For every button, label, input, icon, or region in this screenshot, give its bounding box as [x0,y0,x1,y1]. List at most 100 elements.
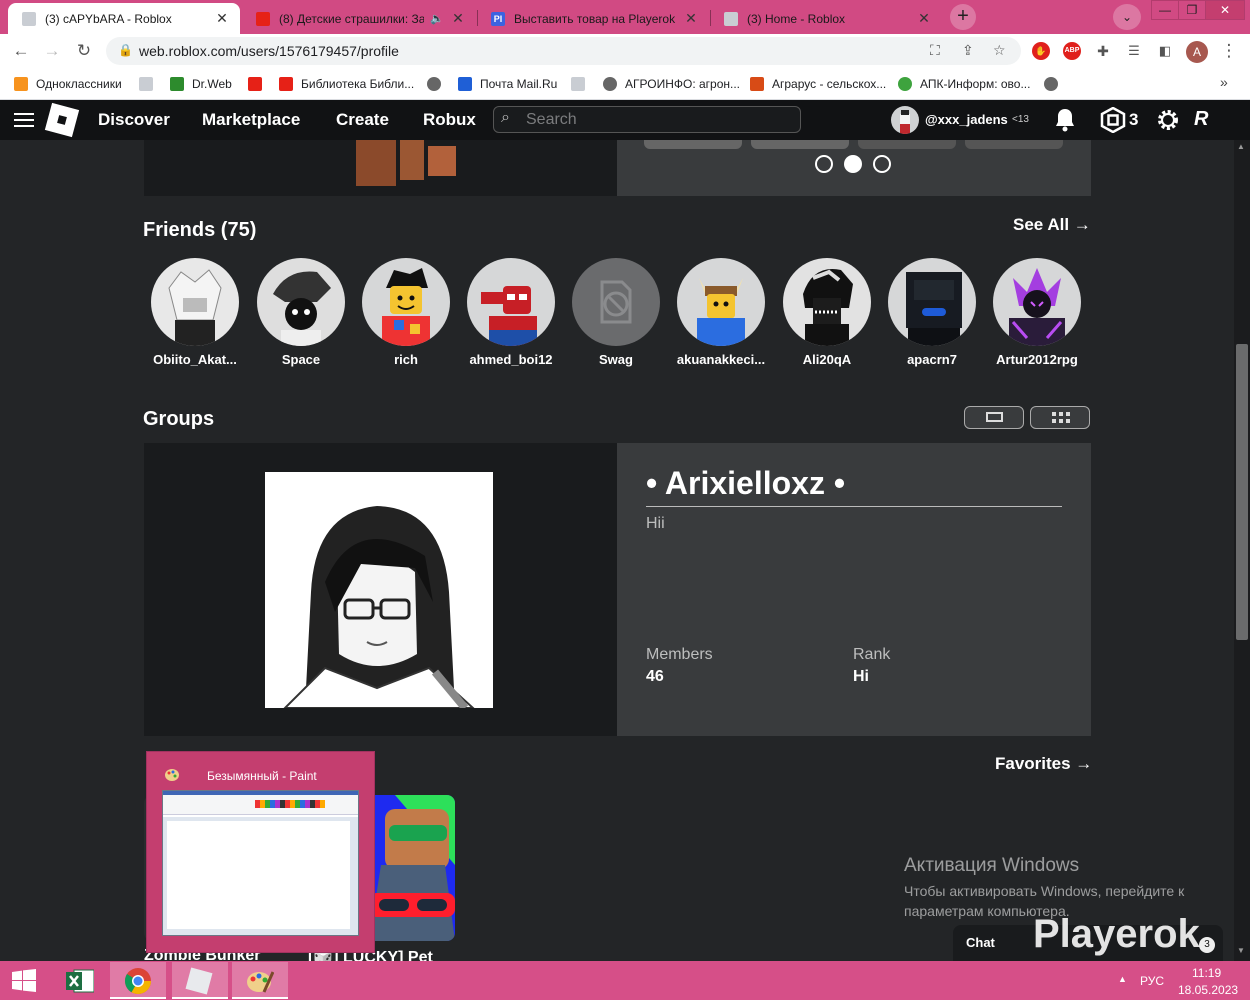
tab-playerok[interactable]: Pl Выставить товар на Playerok ✕ [477,3,709,34]
item-thumbnail[interactable] [356,140,460,186]
friend-name[interactable]: Obiito_Akat... [147,352,243,367]
gear-icon[interactable] [1155,107,1181,133]
friend-avatar[interactable] [362,258,450,346]
taskbar-paint[interactable] [232,962,288,999]
carousel-dot[interactable] [815,155,833,173]
new-tab-button[interactable]: + [950,4,976,30]
friend-name[interactable]: Swag [568,352,664,367]
group-name[interactable]: • Arixielloxz • [646,465,845,502]
taskbar-chrome[interactable] [110,962,166,999]
bookmark-mailru[interactable]: Почта Mail.Ru [458,75,557,93]
bookmark-star-icon[interactable]: ☆ [993,42,1006,59]
back-arrow-icon[interactable]: ← [9,39,33,63]
carousel-card[interactable] [644,140,742,149]
reload-icon[interactable]: ↻ [72,39,96,63]
friend-name[interactable]: Space [253,352,349,367]
adblock-hand-icon[interactable]: ✋ [1032,42,1050,60]
close-icon[interactable]: ✕ [683,10,699,27]
profile-avatar[interactable]: A [1186,41,1208,63]
friend-name[interactable]: Artur2012rpg [989,352,1085,367]
url-text[interactable]: web.roblox.com/users/1576179457/profile [139,43,399,59]
scroll-up-icon[interactable]: ▲ [1237,142,1245,151]
friend-card[interactable]: Ali20qA [779,258,875,367]
hamburger-menu-icon[interactable] [14,110,34,130]
friend-avatar[interactable] [677,258,765,346]
favorites-see-all-link[interactable]: Favorites → [995,754,1092,774]
forward-arrow-icon[interactable]: → [40,39,64,63]
scrollbar-thumb[interactable] [1236,344,1248,640]
notification-bell-icon[interactable] [1053,107,1077,133]
friend-avatar[interactable] [572,258,660,346]
friend-card[interactable]: apacrn7 [884,258,980,367]
robux-count[interactable]: 3 [1129,110,1138,130]
friend-avatar[interactable] [151,258,239,346]
share-icon[interactable]: ⇪ [962,42,974,59]
bookmark-odnoklassniki[interactable]: Одноклассники [14,75,122,93]
scroll-down-icon[interactable]: ▼ [1237,946,1245,955]
friend-avatar[interactable] [783,258,871,346]
restore-icon[interactable]: ❐ [1178,0,1206,20]
search-input[interactable] [526,109,786,130]
friend-card[interactable]: akuanakkeci... [673,258,769,367]
nav-robux[interactable]: Robux [423,110,476,130]
bookmark-globe-2[interactable] [1044,75,1066,93]
carousel-dot[interactable] [873,155,891,173]
clock-date[interactable]: 18.05.2023 [1178,983,1238,997]
nav-discover[interactable]: Discover [98,110,170,130]
robux-icon[interactable] [1100,107,1126,133]
bookmarks-more-icon[interactable]: » [1220,74,1228,90]
paint-taskbar-preview[interactable]: Безымянный - Paint [146,751,375,953]
clock-time[interactable]: 11:19 [1192,966,1221,980]
window-close-icon[interactable]: ✕ [1205,0,1245,20]
bookmark-roblox[interactable] [139,75,161,93]
taskbar-excel[interactable] [52,962,108,999]
bookmark-globe[interactable] [427,75,449,93]
tab-capybara-roblox[interactable]: (3) cAPYbARA - Roblox ✕ [8,3,240,34]
friend-card[interactable]: Swag [568,258,664,367]
input-language[interactable]: РУС [1140,974,1164,988]
carousel-card[interactable] [751,140,849,149]
page-scrollbar[interactable]: ▲ ▼ [1234,140,1250,961]
friend-avatar[interactable] [467,258,555,346]
tab-youtube[interactable]: (8) Детские страшилки: Зага 🔈 ✕ [242,3,476,34]
search-icon[interactable]: ⌕ [501,109,510,127]
friend-avatar[interactable] [257,258,345,346]
abp-icon[interactable]: ABP [1063,42,1081,60]
friend-card[interactable]: Space [253,258,349,367]
bookmark-agrarus[interactable]: Аграрус - сельскох... [750,75,886,93]
bookmark-youtube[interactable] [248,75,270,93]
extensions-puzzle-icon[interactable]: ✚ [1094,42,1112,60]
friend-card[interactable]: Artur2012rpg [989,258,1085,367]
friend-avatar[interactable] [993,258,1081,346]
carousel-card[interactable] [858,140,956,149]
nav-marketplace[interactable]: Marketplace [202,110,300,130]
carousel-card[interactable] [965,140,1063,149]
windows-start-icon[interactable] [12,969,36,993]
username[interactable]: @xxx_jadens [925,112,1008,127]
friends-see-all-link[interactable]: See All → [1013,215,1091,235]
tray-expand-icon[interactable]: ▲ [1118,974,1127,984]
speaker-icon[interactable]: 🔈 [430,12,444,25]
roblox-logo-icon[interactable] [44,102,80,138]
friend-name[interactable]: rich [358,352,454,367]
slideshow-view-button[interactable] [964,406,1024,429]
nav-create[interactable]: Create [336,110,389,130]
grid-view-button[interactable] [1030,406,1090,429]
friend-name[interactable]: ahmed_boi12 [463,352,559,367]
carousel-dot-active[interactable] [844,155,862,173]
chat-label[interactable]: Chat [966,935,995,950]
tab-search-chevron-icon[interactable]: ⌄ [1113,4,1141,30]
minimize-icon[interactable]: — [1151,0,1179,20]
lock-icon[interactable]: 🔒 [118,43,133,57]
bookmark-biblioteka[interactable]: Библиотека Библи... [279,75,414,93]
friend-card[interactable]: rich [358,258,454,367]
bookmark-drweb[interactable]: Dr.Web [170,75,232,93]
roblox-extension-icon[interactable]: R [1194,108,1220,132]
user-avatar[interactable] [891,106,919,134]
friend-name[interactable]: apacrn7 [884,352,980,367]
friend-name[interactable]: akuanakkeci... [673,352,769,367]
taskbar-roblox[interactable] [172,962,228,999]
bookmark-roblox-2[interactable] [571,75,593,93]
bookmark-apk-inform[interactable]: АПК-Информ: ово... [898,75,1030,93]
close-icon[interactable]: ✕ [916,10,932,27]
